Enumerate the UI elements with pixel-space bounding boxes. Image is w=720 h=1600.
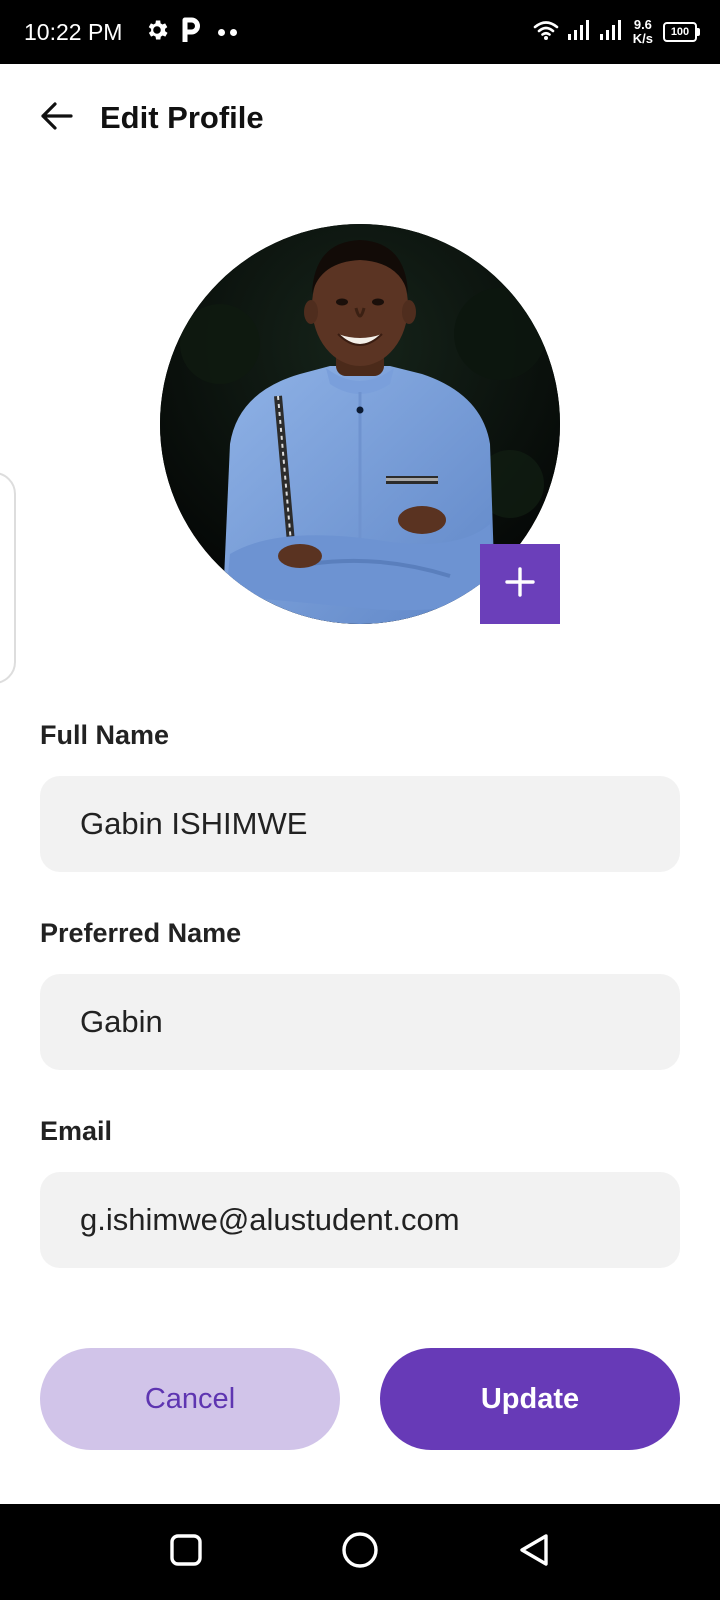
plus-icon xyxy=(504,566,536,603)
email-field[interactable] xyxy=(40,1172,680,1268)
preferred-name-field[interactable] xyxy=(40,974,680,1070)
triangle-back-icon xyxy=(517,1532,551,1573)
avatar-section xyxy=(160,224,560,624)
home-button[interactable] xyxy=(340,1531,380,1574)
full-name-field[interactable] xyxy=(40,776,680,872)
circle-icon xyxy=(341,1531,379,1574)
arrow-left-icon xyxy=(39,101,73,136)
parking-p-icon xyxy=(180,16,202,49)
update-button[interactable]: Update xyxy=(380,1348,680,1450)
side-edge-panel-handle[interactable] xyxy=(0,472,16,684)
recents-button[interactable] xyxy=(166,1532,206,1572)
signal-icon xyxy=(567,19,591,46)
network-speed-unit: K/s xyxy=(632,31,653,46)
network-speed-value: 9.6 xyxy=(633,17,652,32)
wifi-icon xyxy=(533,19,559,46)
status-notification-icons xyxy=(144,16,237,48)
status-bar: 10:22 PM 9.6 K/s 100 xyxy=(0,0,720,64)
battery-icon: 100 xyxy=(663,22,700,42)
signal-icon-sim2 xyxy=(599,19,623,46)
preferred-name-label: Preferred Name xyxy=(40,918,242,948)
square-icon xyxy=(169,1533,203,1572)
nav-back-button[interactable] xyxy=(514,1532,554,1572)
battery-level: 100 xyxy=(663,22,697,42)
status-system-icons: 9.6 K/s 100 xyxy=(533,14,700,50)
back-button[interactable] xyxy=(36,98,76,138)
status-time: 10:22 PM xyxy=(24,19,123,45)
full-name-label: Full Name xyxy=(40,720,170,750)
cancel-button[interactable]: Cancel xyxy=(40,1348,340,1450)
email-label: Email xyxy=(40,1116,113,1146)
network-speed: 9.6 K/s xyxy=(633,18,653,46)
app-header: Edit Profile xyxy=(0,64,720,176)
system-navigation-bar xyxy=(0,1504,720,1600)
gear-icon xyxy=(144,17,170,48)
more-notifications-icon xyxy=(218,28,237,36)
page-title: Edit Profile xyxy=(100,100,264,135)
add-photo-button[interactable] xyxy=(480,544,560,624)
